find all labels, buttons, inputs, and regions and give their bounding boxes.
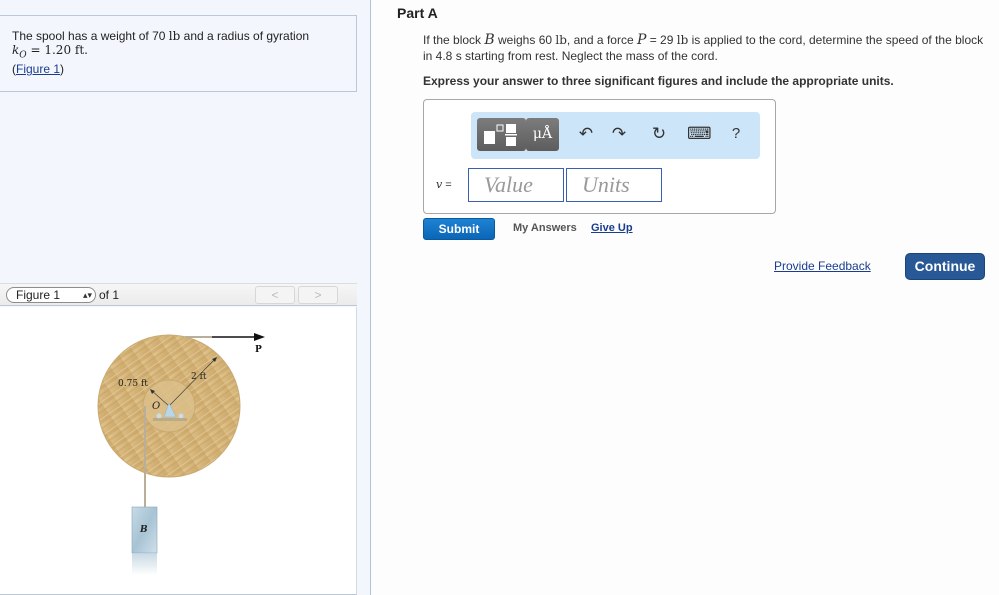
my-answers-label: My Answers	[513, 222, 577, 234]
radius-of-gyration: kO = 1.20 ft.	[12, 43, 88, 61]
intro-line-1: The spool has a weight of 70 lb and a ra…	[12, 29, 310, 43]
outer-radius-label: 2 ft	[191, 372, 207, 382]
provide-feedback-link[interactable]: Provide Feedback	[774, 259, 871, 273]
reset-icon[interactable]: ↻	[648, 122, 670, 146]
answer-box: μÅ ↶ ↷ ↻ ⌨ ? v = Value Units	[423, 99, 776, 214]
keyboard-icon[interactable]: ⌨	[687, 122, 712, 146]
continue-button[interactable]: Continue	[905, 253, 985, 280]
next-figure-button[interactable]: >	[298, 286, 338, 304]
question-text: If the block B weighs 60 lb, and a force…	[423, 32, 984, 63]
figure-1-link[interactable]: Figure 1	[16, 62, 60, 76]
units-button[interactable]: μÅ	[526, 118, 559, 151]
previous-figure-button[interactable]: <	[255, 286, 295, 304]
part-title: Part A	[397, 5, 438, 21]
value-input[interactable]: Value	[468, 168, 564, 202]
block-reflection	[132, 553, 157, 575]
force-label: P	[255, 345, 262, 355]
ground-hatch	[153, 418, 187, 421]
figure-area: P 2 ft 0.75 ft O B	[0, 307, 357, 595]
answer-variable-label: v =	[436, 178, 452, 191]
submit-button[interactable]: Submit	[423, 218, 495, 240]
undo-icon[interactable]: ↶	[575, 122, 597, 146]
units-input[interactable]: Units	[566, 168, 662, 202]
pin-right-wheel	[178, 413, 184, 419]
templates-button[interactable]	[477, 118, 526, 151]
block-label: B	[139, 525, 148, 535]
redo-icon[interactable]: ↷	[608, 122, 630, 146]
answer-instruction: Express your answer to three significant…	[423, 74, 894, 88]
pin-left-wheel	[156, 413, 162, 419]
give-up-link[interactable]: Give Up	[591, 222, 633, 234]
spool-figure: P 2 ft 0.75 ft O B	[97, 333, 265, 575]
figure-link-line: (Figure 1)	[12, 62, 65, 77]
figure-select[interactable]: Figure 1 ▴▾	[6, 287, 96, 303]
problem-intro: The spool has a weight of 70 lb and a ra…	[0, 15, 357, 92]
left-panel: The spool has a weight of 70 lb and a ra…	[0, 0, 371, 595]
math-toolbar: μÅ ↶ ↷ ↻ ⌨ ?	[471, 112, 760, 159]
templates-icon	[484, 124, 517, 146]
arrow-head-icon	[254, 333, 265, 341]
figure-navigation-bar: Figure 1 ▴▾ of 1 < >	[0, 283, 357, 306]
center-label: O	[152, 401, 160, 412]
select-arrows-icon: ▴▾	[82, 290, 92, 300]
inner-radius-label: 0.75 ft	[118, 379, 148, 389]
help-button[interactable]: ?	[725, 122, 747, 146]
figure-count: of 1	[99, 288, 120, 302]
